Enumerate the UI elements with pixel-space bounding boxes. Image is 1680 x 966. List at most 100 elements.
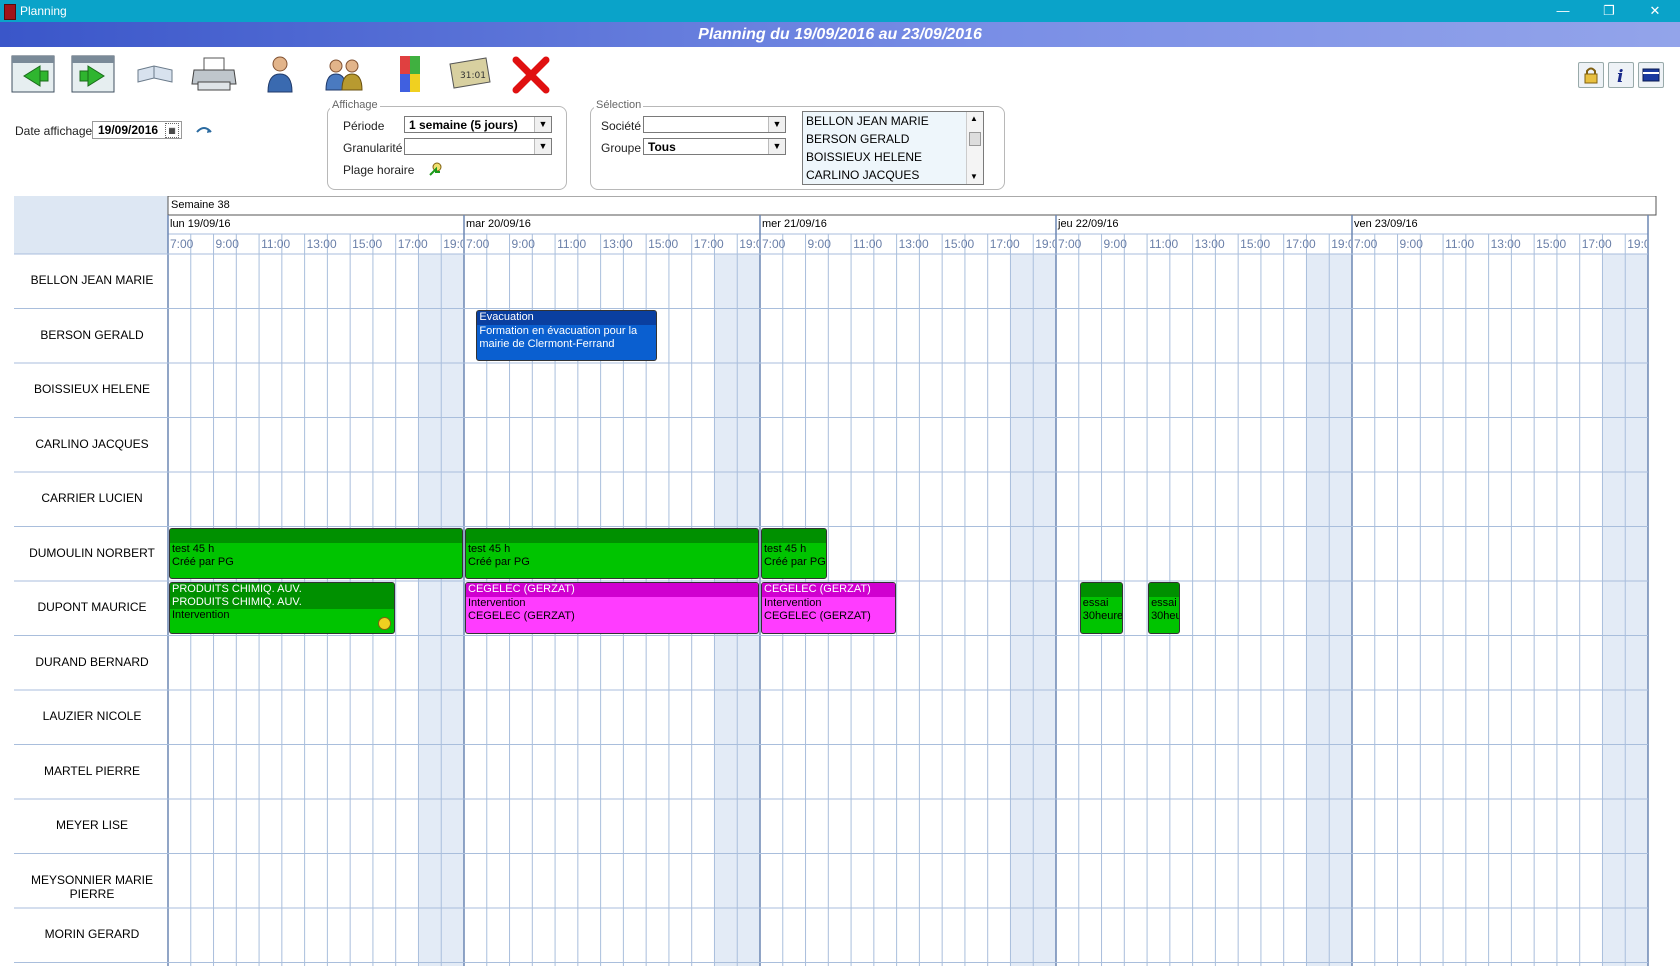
row-label[interactable]: MEYER LISE	[14, 818, 170, 832]
group-icon	[325, 59, 363, 91]
hour-label: 7:00	[466, 237, 490, 251]
event-line: PRODUITS CHIMIQ. AUV.	[170, 596, 394, 609]
restore-button[interactable]: ❐	[1586, 1, 1632, 21]
hour-label: 9:00	[1103, 237, 1127, 251]
plage-horaire-label: Plage horaire	[343, 163, 415, 177]
row-label[interactable]: DURAND BERNARD	[14, 655, 170, 669]
hour-label: 15:00	[1240, 237, 1271, 251]
row-label[interactable]: DUMOULIN NORBERT	[14, 546, 170, 560]
event-block[interactable]: PRODUITS CHIMIQ. AUV. PRODUITS CHIMIQ. AU…	[169, 582, 395, 634]
person-icon	[267, 56, 293, 93]
hour-label: 11:00	[853, 237, 883, 251]
list-item[interactable]: BELLON JEAN MARIE	[803, 112, 967, 130]
hour-label: 13:00	[306, 237, 337, 251]
row-label[interactable]: MEYSONNIER MARIE PIERRE	[14, 873, 170, 901]
event-line: Créé par PG	[468, 555, 530, 568]
hour-label: 13:00	[1490, 237, 1521, 251]
row-label[interactable]: DUPONT MAURICE	[14, 600, 170, 614]
scroll-thumb[interactable]	[969, 132, 981, 146]
day-label: mer 21/09/16	[762, 218, 827, 230]
date-affichage-label: Date affichage	[15, 124, 93, 138]
event-block[interactable]: essai 30heu	[1148, 582, 1181, 634]
listbox-scrollbar[interactable]: ▲ ▼	[966, 112, 983, 184]
week-label: Semaine 38	[171, 199, 230, 211]
group-button[interactable]	[320, 52, 368, 96]
event-block[interactable]: test 45 h Créé par PG	[465, 527, 759, 579]
event-header	[1149, 583, 1180, 597]
event-line: Intervention	[468, 597, 526, 609]
close-button[interactable]: ✕	[1632, 1, 1678, 21]
week-header	[167, 196, 1657, 216]
plage-horaire-button[interactable]	[428, 161, 444, 177]
hour-label: 11:00	[1445, 237, 1475, 251]
event-header	[762, 528, 827, 543]
event-block[interactable]: CEGELEC (GERZAT) Intervention CEGELEC (GER…	[465, 582, 759, 634]
hour-label: 11:00	[261, 237, 291, 251]
event-block[interactable]: CEGELEC (GERZAT) Intervention CEGELEC (GER…	[761, 582, 896, 634]
event-header: PRODUITS CHIMIQ. AUV.	[170, 583, 394, 596]
hour-label: 15:00	[648, 237, 679, 251]
hour-label: 15:00	[352, 237, 383, 251]
employee-listbox[interactable]: BELLON JEAN MARIE BERSON GERALD BOISSIEUX …	[802, 111, 984, 185]
event-header: Evacuation	[477, 310, 656, 325]
day-label: jeu 22/09/16	[1058, 218, 1119, 230]
lock-button[interactable]	[1578, 62, 1604, 88]
info-icon: i	[1617, 67, 1623, 87]
hour-label: 19:00	[1331, 237, 1351, 251]
book-button[interactable]	[132, 52, 180, 96]
date-affichage-field[interactable]: 19/09/2016 ▦	[92, 121, 182, 139]
hour-label: 19:00	[1035, 237, 1055, 251]
row-label[interactable]: BERSON GERALD	[14, 328, 170, 342]
granularite-label: Granularité	[343, 141, 403, 155]
row-label[interactable]: CARLINO JACQUES	[14, 437, 170, 451]
list-item[interactable]: BERSON GERALD	[803, 130, 967, 148]
groupe-select[interactable]: Tous ▼	[643, 138, 786, 155]
row-label[interactable]: MORIN GERARD	[14, 927, 170, 941]
row-label[interactable]: BELLON JEAN MARIE	[14, 273, 170, 287]
hour-label: 9:00	[807, 237, 831, 251]
row-label[interactable]: MARTEL PIERRE	[14, 764, 170, 778]
event-block[interactable]: test 45 h Créé par PG	[761, 527, 828, 579]
list-item[interactable]: CARLINO JACQUES	[803, 166, 967, 184]
row-label[interactable]: LAUZIER NICOLE	[14, 709, 170, 723]
societe-label: Société	[601, 119, 642, 133]
calendar-button[interactable]: 31:01	[446, 52, 494, 96]
prev-week-button[interactable]	[10, 52, 58, 96]
person-button[interactable]	[256, 52, 304, 96]
event-header	[1080, 583, 1123, 597]
periode-select[interactable]: 1 semaine (5 jours) ▼	[404, 116, 552, 133]
periode-label: Période	[343, 119, 385, 133]
refresh-icon	[196, 127, 212, 133]
event-line: Intervention	[764, 597, 822, 609]
hour-label: 17:00	[693, 237, 724, 251]
granularite-select[interactable]: ▼	[404, 138, 552, 155]
minimize-button[interactable]: —	[1540, 1, 1586, 21]
hour-label: 7:00	[762, 237, 786, 251]
event-header	[466, 528, 758, 543]
printer-icon	[191, 57, 237, 91]
societe-select[interactable]: ▼	[643, 116, 786, 133]
color-button[interactable]	[386, 52, 434, 96]
row-label[interactable]: CARRIER LUCIEN	[14, 491, 170, 505]
flag-icon	[1642, 68, 1660, 82]
refresh-button[interactable]	[195, 124, 213, 136]
delete-button[interactable]	[508, 52, 556, 96]
flag-button[interactable]	[1638, 62, 1664, 88]
event-block[interactable]: test 45 h Créé par PG	[169, 527, 463, 579]
event-line: CEGELEC (GERZAT)	[468, 610, 575, 622]
next-week-button[interactable]	[70, 52, 118, 96]
event-block[interactable]: essai 30heure	[1079, 582, 1124, 634]
hour-label: 13:00	[1194, 237, 1225, 251]
date-affichage-value: 19/09/2016	[98, 123, 159, 137]
scroll-up-icon[interactable]: ▲	[970, 114, 978, 123]
scroll-down-icon[interactable]: ▼	[970, 172, 978, 181]
event-line: essai	[1082, 597, 1109, 609]
date-picker-icon[interactable]: ▦	[165, 123, 179, 138]
row-label[interactable]: BOISSIEUX HELENE	[14, 382, 170, 396]
header-corner	[14, 196, 168, 254]
list-item[interactable]: BOISSIEUX HELENE	[803, 148, 967, 166]
print-button[interactable]	[190, 52, 238, 96]
hour-label: 7:00	[1058, 237, 1082, 251]
event-block[interactable]: Evacuation Formation en évacuation pour l…	[476, 309, 657, 361]
info-button[interactable]: i	[1608, 62, 1634, 88]
